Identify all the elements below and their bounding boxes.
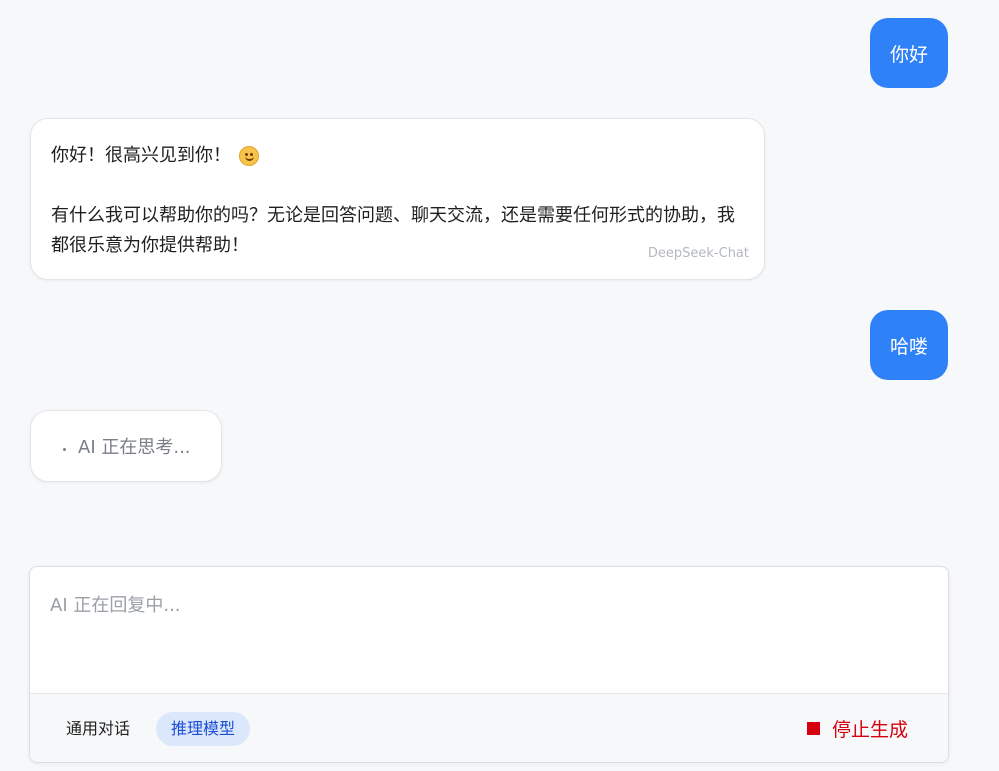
composer-toolbar: 通用对话 推理模型 停止生成	[30, 693, 948, 762]
message-input-placeholder: AI 正在回复中...	[50, 595, 181, 616]
chat-page: 你好 你好！很高兴见到你！ 有什么我可以帮助你的吗？无论是回答问题、聊天交流，还…	[0, 0, 999, 771]
message-input[interactable]: AI 正在回复中...	[30, 567, 948, 693]
user-message-text: 你好	[889, 43, 928, 66]
ai-message-bubble: 你好！很高兴见到你！ 有什么我可以帮助你的吗？无论是回答问题、聊天交流，还是需要…	[30, 118, 765, 280]
ai-message-paragraph: 有什么我可以帮助你的吗？无论是回答问题、聊天交流，还是需要任何形式的协助，我都很…	[51, 205, 735, 256]
ai-message-greeting: 你好！很高兴见到你！	[51, 141, 744, 171]
stop-icon	[806, 722, 820, 735]
ai-message-greeting-text: 你好！很高兴见到你！	[51, 145, 231, 166]
ai-thinking-text: AI 正在思考...	[78, 437, 191, 458]
loading-dot-icon	[63, 447, 66, 451]
model-name-label: DeepSeek-Chat	[647, 246, 749, 261]
user-message-bubble: 你好	[869, 18, 948, 88]
message-composer: AI 正在回复中... 通用对话 推理模型 停止生成	[29, 566, 949, 763]
mode-general-chat-button[interactable]: 通用对话	[54, 712, 142, 746]
smiling-face-icon	[239, 146, 259, 166]
ai-thinking-indicator: AI 正在思考...	[30, 410, 222, 482]
stop-generation-button[interactable]: 停止生成	[806, 715, 928, 742]
user-message-bubble: 哈喽	[869, 310, 948, 380]
mode-reasoning-model-button[interactable]: 推理模型	[156, 711, 251, 746]
stop-generation-label: 停止生成	[831, 719, 908, 741]
user-message-text: 哈喽	[889, 335, 928, 358]
